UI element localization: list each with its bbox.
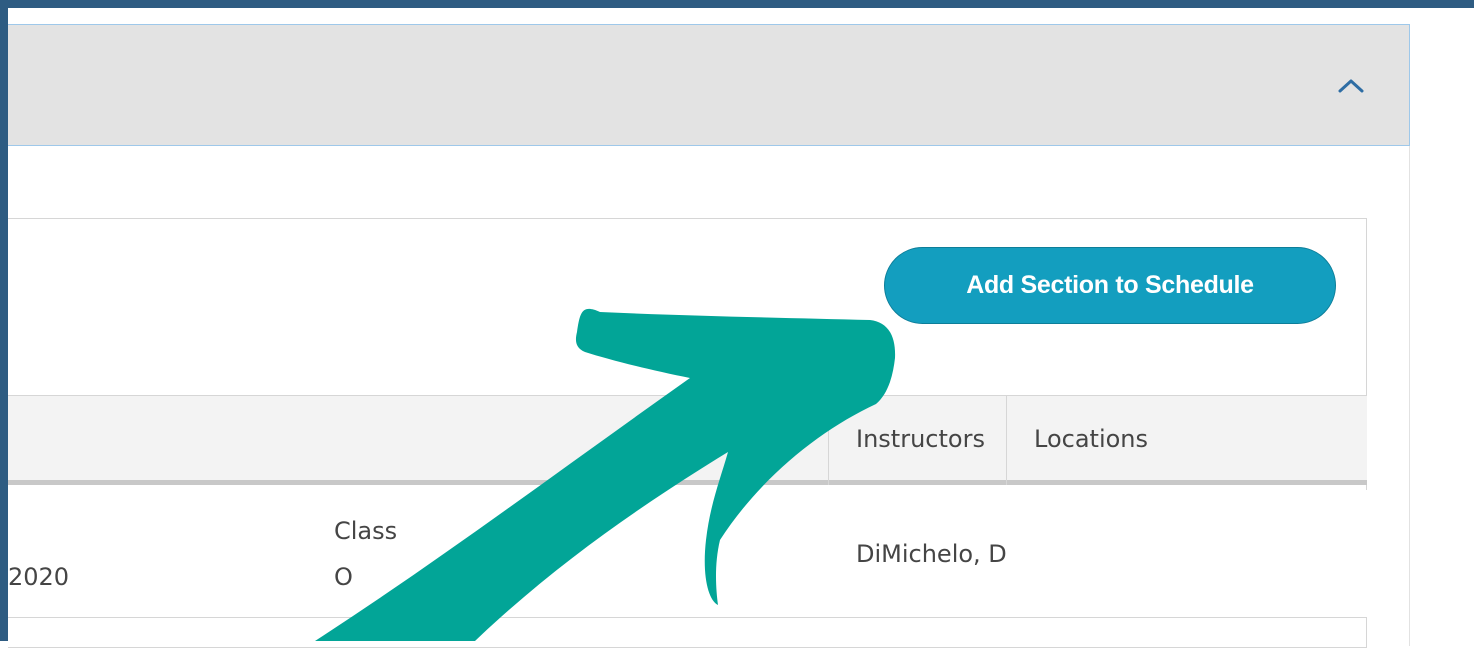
table-header [8,395,1367,485]
column-divider [828,396,829,485]
add-section-to-schedule-button[interactable]: Add Section to Schedule [884,247,1336,324]
window-frame-left [0,0,8,641]
column-divider [1006,396,1007,485]
instructor-cell: DiMichelo, D [856,540,1007,568]
window-frame-top [0,0,1474,8]
location-cell-line1-end: urs [530,517,568,545]
location-cell-line2: O [334,563,353,591]
column-header-locations[interactable]: Locations [1034,425,1148,453]
location-cell-line1: Class [334,517,398,545]
dates-cell: 2020 [8,563,70,591]
column-header-instructors[interactable]: Instructors [856,425,985,453]
table-row[interactable] [8,490,1367,618]
section-panel-header[interactable] [8,24,1410,146]
chevron-up-icon[interactable] [1336,70,1366,100]
